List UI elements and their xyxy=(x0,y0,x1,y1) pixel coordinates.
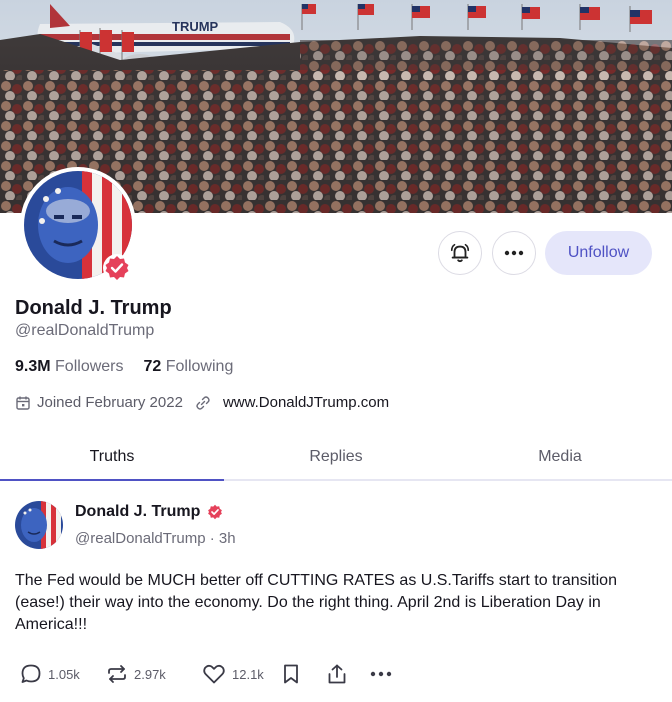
profile-handle: @realDonaldTrump xyxy=(15,322,155,339)
following-label: Following xyxy=(165,358,234,375)
post-author-avatar[interactable] xyxy=(15,501,63,549)
followers-count: 9.3M xyxy=(15,358,51,375)
tab-truths[interactable]: Truths xyxy=(0,440,224,481)
heart-icon xyxy=(203,664,225,684)
profile-more-button[interactable] xyxy=(492,231,536,275)
link-icon xyxy=(196,395,210,410)
reply-count: 1.05k xyxy=(48,666,80,682)
tab-replies[interactable]: Replies xyxy=(224,440,448,479)
joined-date: Joined February 2022 xyxy=(37,394,183,411)
bookmark-button[interactable] xyxy=(282,663,326,685)
share-icon xyxy=(328,664,346,684)
retruth-icon xyxy=(108,665,126,683)
website-link[interactable]: www.DonaldJTrump.com xyxy=(223,394,389,411)
retruth-count: 2.97k xyxy=(134,666,166,682)
post-author-name: Donald J. Trump xyxy=(75,503,201,520)
like-count: 12.1k xyxy=(232,666,264,682)
following-link[interactable]: 72 Following xyxy=(144,358,234,376)
post-avatar-image xyxy=(15,501,63,549)
following-count: 72 xyxy=(143,358,162,375)
post-author[interactable]: Donald J. Trump xyxy=(75,503,224,521)
profile-tabs: Truths Replies Media xyxy=(0,440,672,481)
profile-stats: 9.3M Followers 72 Following xyxy=(15,358,233,376)
more-icon xyxy=(504,250,524,256)
post-meta: @realDonaldTrump · 3h xyxy=(75,530,236,547)
verified-badge-icon xyxy=(103,254,131,282)
unfollow-button[interactable]: Unfollow xyxy=(545,231,652,275)
bookmark-icon xyxy=(284,664,298,684)
reply-icon xyxy=(21,664,41,683)
profile-meta: Joined February 2022 www.DonaldJTrump.co… xyxy=(15,394,389,411)
notifications-bell-button[interactable] xyxy=(438,231,482,275)
tab-media[interactable]: Media xyxy=(448,440,672,479)
like-button[interactable]: 12.1k xyxy=(202,663,282,685)
verified-badge-icon xyxy=(208,504,223,520)
calendar-icon xyxy=(16,396,30,410)
retruth-button[interactable]: 2.97k xyxy=(106,663,202,685)
share-button[interactable] xyxy=(326,663,370,685)
profile-name: Donald J. Trump xyxy=(15,297,172,319)
post-actions-bar: 1.05k 2.97k 12.1k xyxy=(20,660,392,688)
followers-link[interactable]: 9.3M Followers xyxy=(15,358,124,376)
post-more-button[interactable] xyxy=(370,671,392,677)
post-text: The Fed would be MUCH better off CUTTING… xyxy=(15,572,617,633)
reply-button[interactable]: 1.05k xyxy=(20,663,106,685)
more-icon xyxy=(370,671,392,677)
bell-icon xyxy=(450,243,470,263)
followers-label: Followers xyxy=(55,358,124,375)
plane-text: TRUMP xyxy=(172,19,219,34)
